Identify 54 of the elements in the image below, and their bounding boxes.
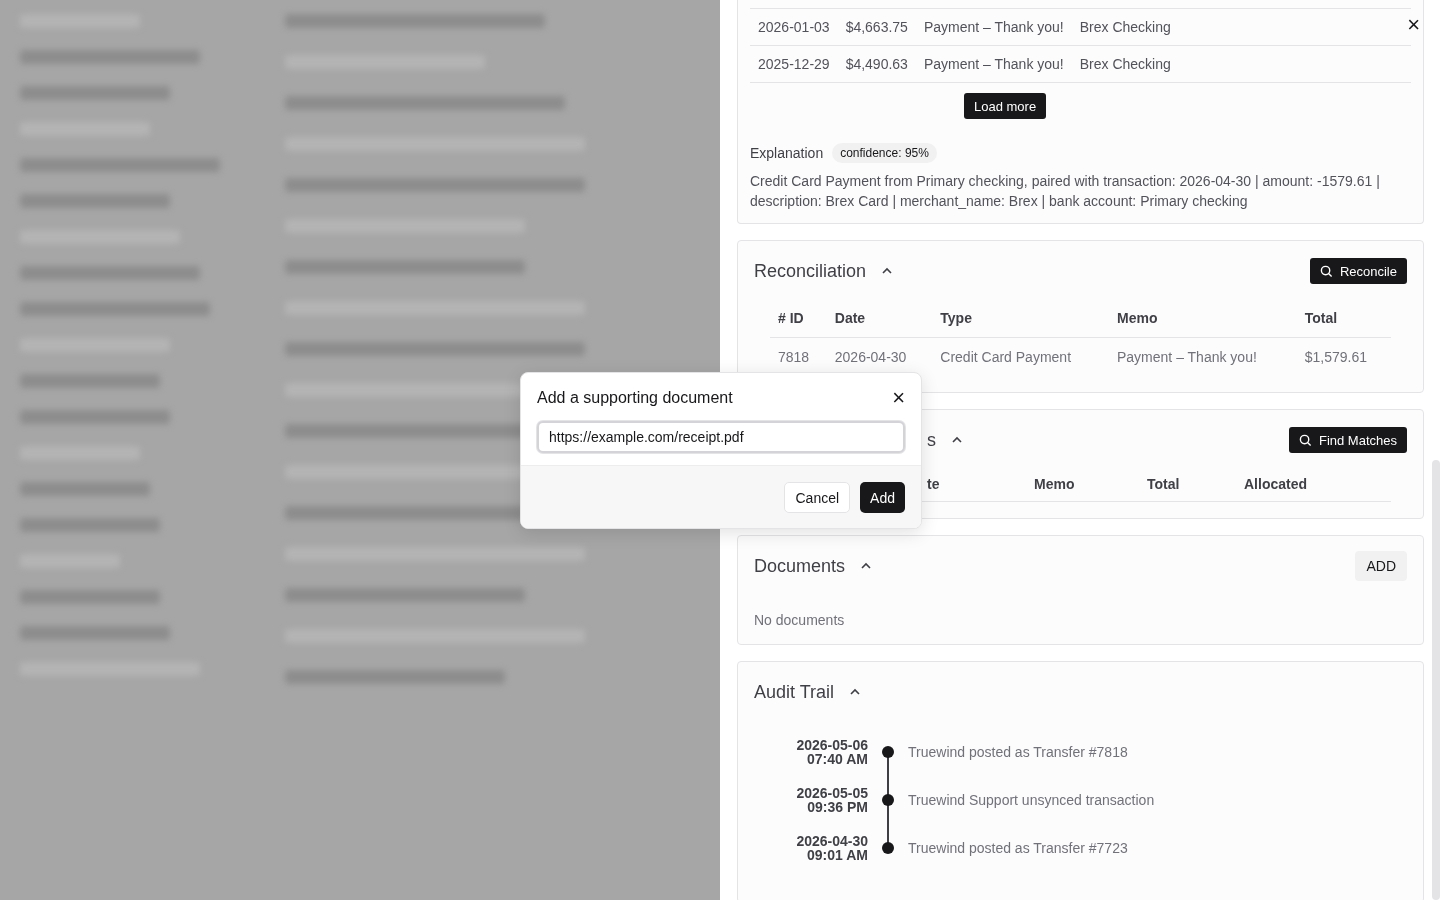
reconcile-button[interactable]: Reconcile [1309,258,1407,284]
table-cell: $1,579.61 [1296,337,1391,376]
explanation-label: Explanation [750,145,824,161]
find-matches-button[interactable]: Find Matches [1288,427,1407,453]
event-date: 2026-05-05 [796,786,868,800]
column-header: te [927,476,941,492]
timeline-dot [882,842,894,854]
event-time: 09:01 AM [807,848,868,862]
table-cell: 2025-12-29 [750,45,838,83]
column-header: Allocated [1244,476,1308,492]
scrollbar[interactable] [1432,460,1440,900]
dialog-title: Add a supporting document [537,389,733,407]
explanation-text: Credit Card Payment from Primary checking, paired with transaction: 2026-04-30 | amount: -1579.61 | description: Brex Card | merchant_name: Brex | bank account: Primary checking [750,172,1381,211]
table-cell: Credit Card Payment [932,337,1109,376]
add-button[interactable]: Add [860,482,905,513]
url-input-field[interactable]: https://example.com/receipt.pdf [537,421,905,453]
event-date: 2026-05-06 [796,738,868,752]
table-cell: $4,663.75 [837,8,916,46]
section-title: Reconciliation [754,260,867,282]
table-cell: Payment – Thank you! [1109,337,1297,376]
add-button[interactable]: ADD [1355,551,1407,581]
cancel-button[interactable]: Cancel [784,482,851,513]
search-icon [1298,433,1312,447]
timeline-dot [882,794,894,806]
close-button[interactable]: × [892,387,905,409]
event-time: 09:36 PM [807,800,868,814]
table-cell: 2026-04-30 [826,337,933,376]
column-header: Type [932,299,1109,338]
table-cell: 2026-01-03 [750,8,838,46]
section-title: Documents [754,555,846,577]
section-title: s [927,429,936,451]
event-text: Truewind Support unsynced transaction [908,792,1156,808]
table-cell: Payment – Thank you! [915,45,1072,83]
timeline-dot [882,746,894,758]
table-cell: Brex Checking [1071,45,1411,83]
confidence-badge: confidence: 95% [832,143,937,163]
section-title: Audit Trail [754,681,835,703]
column-header: Memo [1034,476,1076,492]
event-text: Truewind posted as Transfer #7723 [908,840,1129,856]
column-header: Date [826,299,933,338]
transaction-row[interactable]: 2025-12-29 $4,490.63 Payment – Thank you! Brex Checking [750,45,1411,83]
column-header: Memo [1109,299,1297,338]
table-cell: 7818 [770,337,827,376]
event-date: 2026-04-30 [796,834,868,848]
event-time: 07:40 AM [807,752,868,766]
load-more-button[interactable]: Load more [964,93,1047,119]
search-icon [1319,264,1333,278]
table-cell: Payment – Thank you! [915,8,1072,46]
table-cell: $4,490.63 [837,45,916,83]
column-header: # ID [770,299,827,338]
column-header: Total [1296,299,1391,338]
event-text: Truewind posted as Transfer #7818 [908,744,1129,760]
empty-message: No documents [754,612,846,628]
column-header: Total [1147,476,1181,492]
